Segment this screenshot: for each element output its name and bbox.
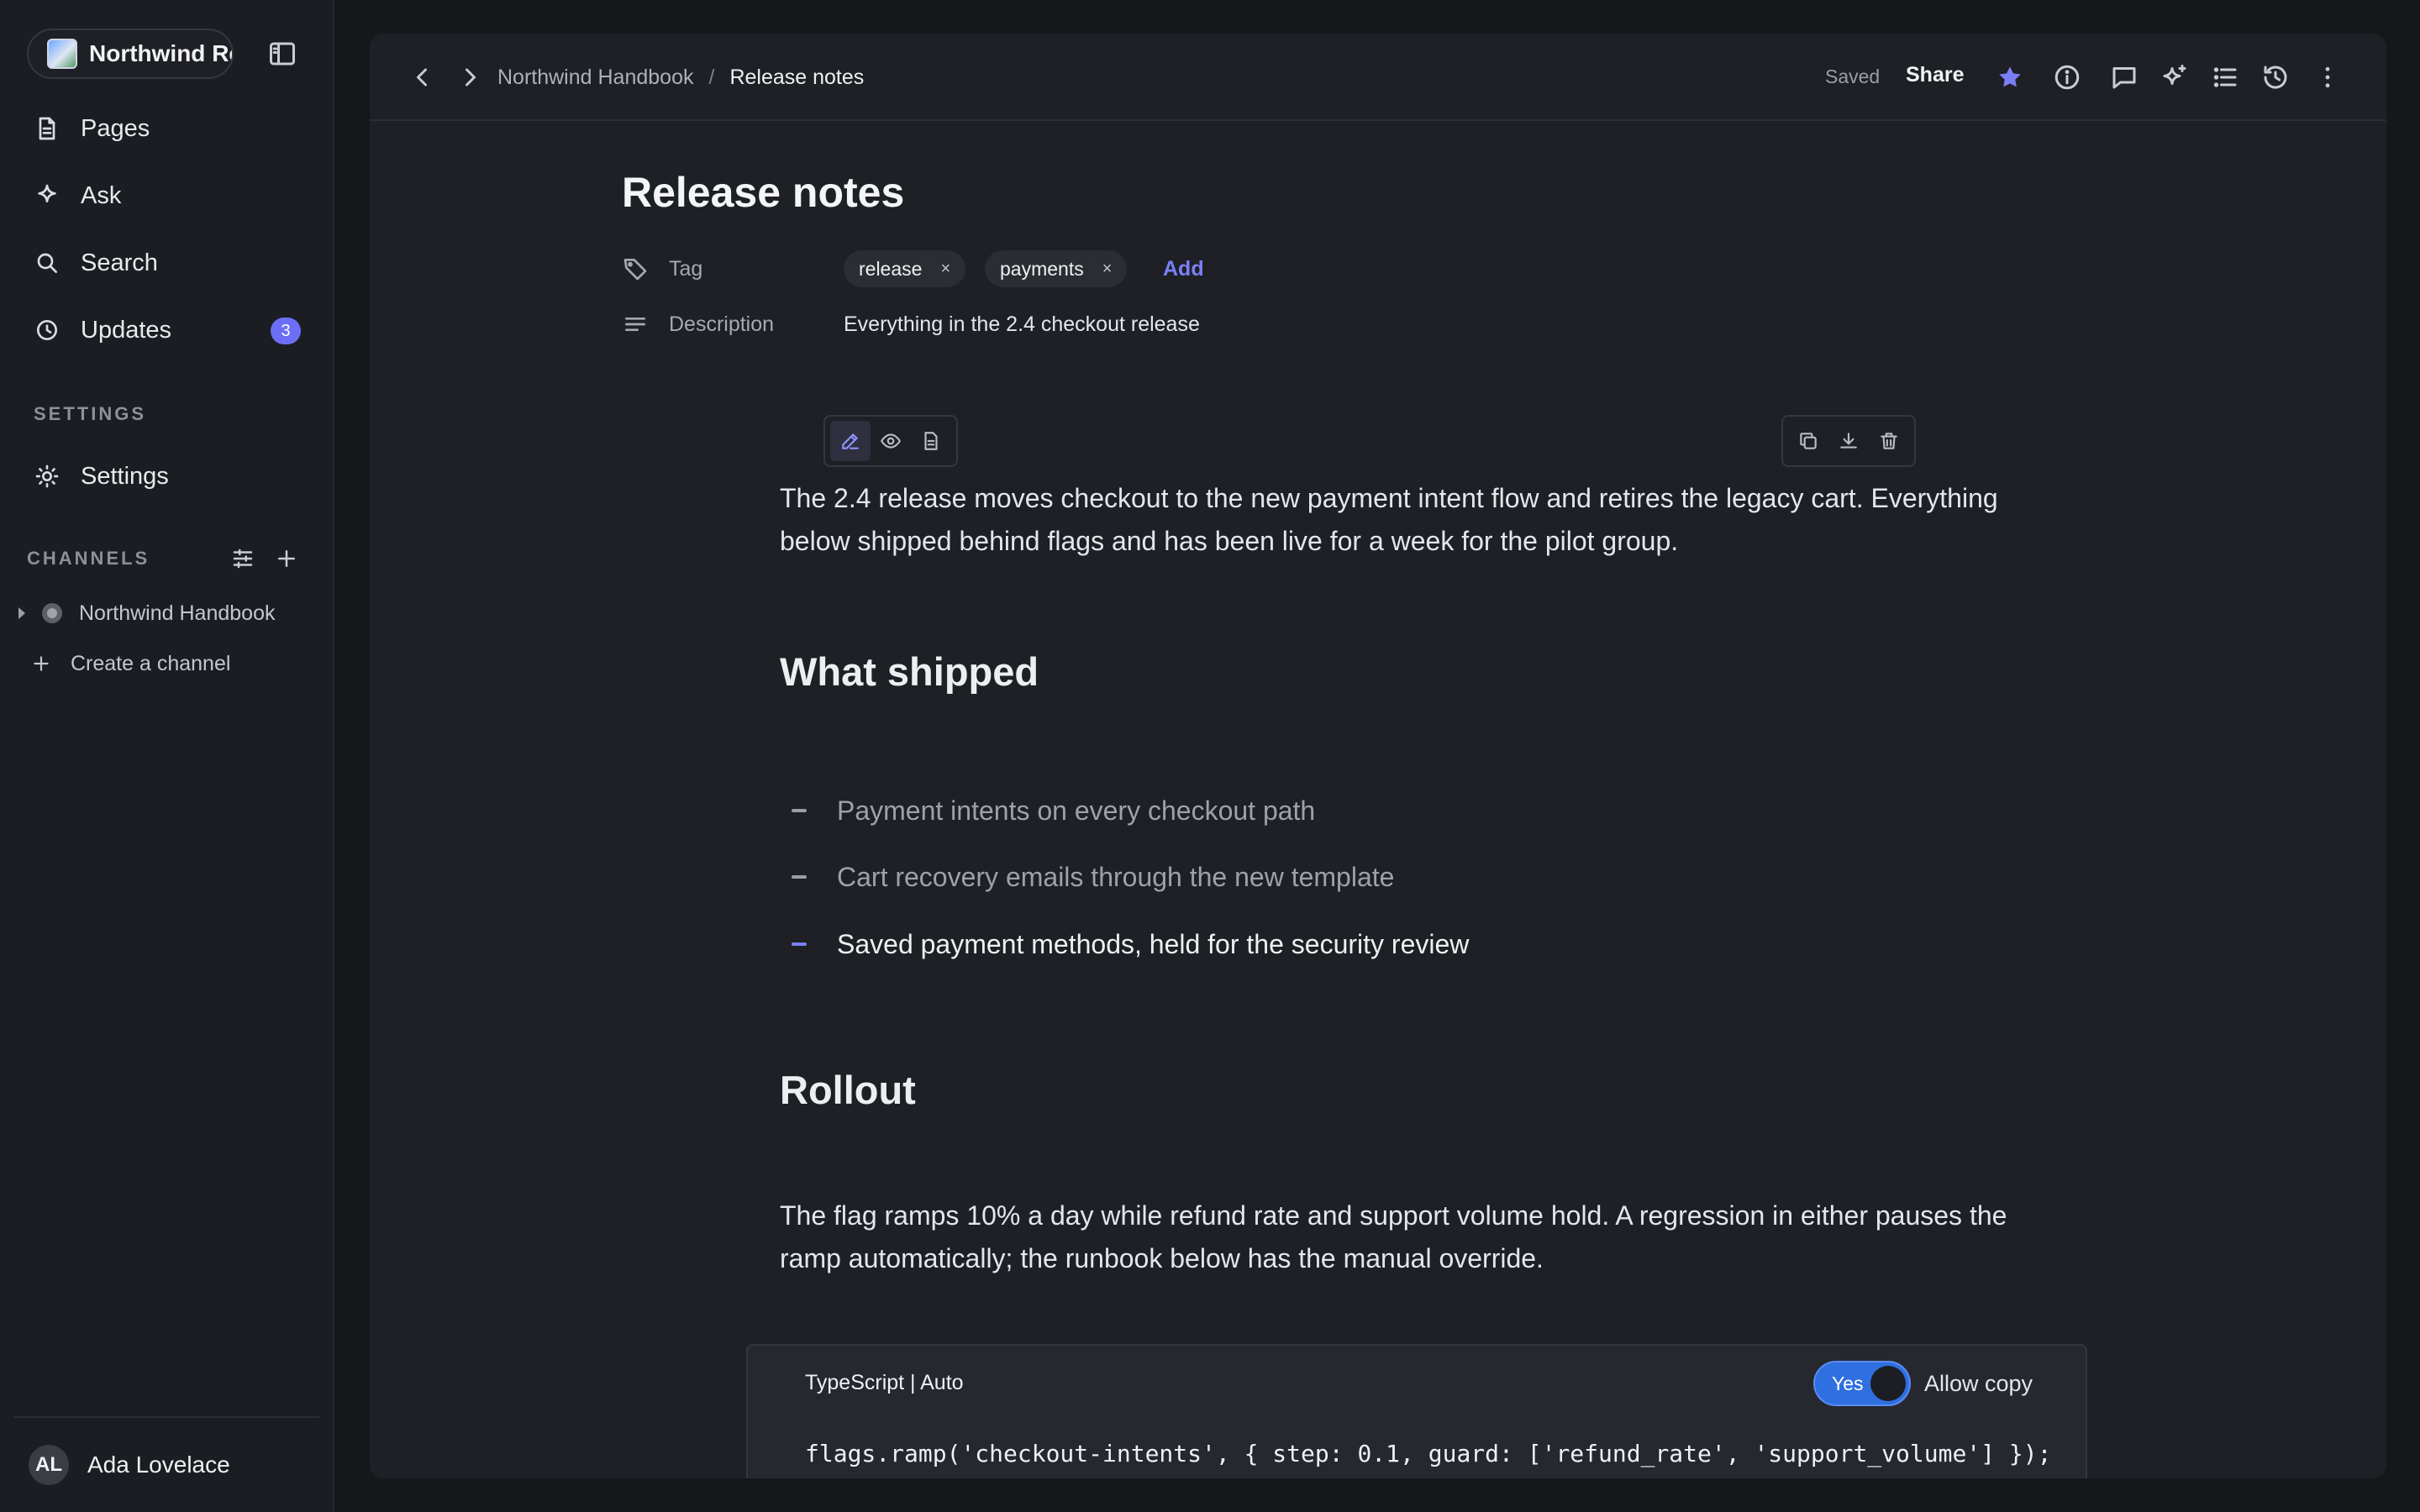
channel-label: Northwind Handbook (79, 601, 276, 625)
filter-icon[interactable] (230, 546, 255, 571)
tag-chip-label: payments (1000, 257, 1084, 280)
sidebar-item-label: Search (81, 249, 158, 276)
list-item[interactable]: Saved payment methods, held for the secu… (780, 923, 1469, 965)
workspace-switcher[interactable]: Northwind Review (27, 29, 234, 79)
remove-tag-icon[interactable]: × (940, 260, 950, 279)
sidebar-item-settings[interactable]: Settings (34, 455, 302, 497)
sidebar-item-updates[interactable]: Updates 3 (34, 309, 302, 351)
star-icon[interactable] (1995, 62, 2025, 92)
source-file-icon[interactable] (911, 421, 951, 461)
breadcrumb-parent[interactable]: Northwind Handbook (497, 66, 693, 90)
channel-item-northwind-handbook[interactable]: Northwind Handbook (18, 598, 275, 628)
channel-icon (42, 603, 62, 623)
page-title[interactable]: Release notes (622, 168, 904, 217)
sun-gear-icon (34, 463, 60, 490)
edit-mode-icon[interactable] (830, 421, 871, 461)
sidebar-item-search[interactable]: Search (34, 242, 302, 284)
code-line[interactable]: flags.ramp('checkout-intents', { step: 0… (805, 1440, 2051, 1467)
comment-icon[interactable] (2109, 62, 2139, 92)
sidebar-item-label: Pages (81, 114, 150, 142)
heading-what-shipped[interactable]: What shipped (780, 648, 1039, 695)
sidebar-item-ask[interactable]: Ask (34, 175, 302, 217)
add-tag-button[interactable]: Add (1163, 257, 1204, 281)
list-item[interactable]: Payment intents on every checkout path (780, 790, 1315, 832)
clock-icon (34, 317, 60, 344)
description-label: Description (669, 312, 775, 336)
list-item-text: Payment intents on every checkout path (837, 795, 1316, 826)
allow-copy-toggle[interactable]: Yes (1813, 1361, 1911, 1406)
updates-count-badge: 3 (271, 318, 301, 344)
breadcrumb: Northwind Handbook / Release notes (497, 62, 864, 92)
tag-property-row: Tag release × payments × Add (622, 250, 1294, 287)
back-icon[interactable] (407, 62, 437, 92)
bullet-dash (792, 809, 807, 812)
sidebar: Northwind Review Pages Ask Search Update… (0, 0, 334, 1512)
breadcrumb-current: Release notes (729, 65, 865, 89)
channels-section-label: CHANNELS (27, 548, 150, 569)
avatar: AL (29, 1445, 69, 1485)
sidebar-item-label: Settings (81, 462, 169, 490)
description-property-row: Description Everything in the 2.4 checko… (622, 307, 1378, 341)
download-icon[interactable] (1828, 421, 1869, 461)
copy-icon[interactable] (1788, 421, 1828, 461)
bullet-dash (792, 875, 807, 879)
plus-icon (30, 653, 52, 675)
intro-paragraph[interactable]: The 2.4 release moves checkout to the ne… (780, 477, 2023, 563)
create-channel-label: Create a channel (71, 651, 231, 675)
sidebar-item-label: Updates (81, 316, 172, 344)
workspace-name: Northwind Review (89, 40, 232, 66)
tag-label: Tag (669, 256, 703, 281)
code-language-select[interactable]: TypeScript | Auto (805, 1371, 964, 1395)
create-channel-button[interactable]: Create a channel (30, 648, 230, 679)
preview-eye-icon[interactable] (871, 421, 911, 461)
save-status: Saved (1825, 66, 1881, 87)
search-icon (34, 249, 60, 276)
view-mode-toolbar (823, 415, 958, 467)
info-icon[interactable] (2052, 62, 2082, 92)
outline-list-icon[interactable] (2210, 62, 2240, 92)
code-block: TypeScript | Auto Yes Allow copy flags.r… (746, 1344, 2087, 1478)
sidebar-item-pages[interactable]: Pages (34, 108, 302, 150)
document-panel: Northwind Handbook / Release notes Saved… (370, 34, 2386, 1478)
breadcrumb-separator: / (708, 65, 715, 89)
history-icon[interactable] (2260, 62, 2291, 92)
sparkle-icon (34, 182, 60, 209)
forward-icon[interactable] (455, 62, 486, 92)
list-item-text: Cart recovery emails through the new tem… (837, 861, 1395, 892)
rollout-paragraph[interactable]: The flag ramps 10% a day while refund ra… (780, 1194, 2023, 1280)
user-name: Ada Lovelace (87, 1452, 230, 1478)
trash-icon[interactable] (1869, 421, 1909, 461)
expand-caret-icon[interactable] (18, 607, 25, 619)
allow-copy-label: Allow copy (1924, 1371, 2033, 1396)
sidebar-item-label: Ask (81, 181, 122, 209)
add-channel-icon[interactable] (274, 546, 299, 571)
share-button[interactable]: Share (1906, 63, 1964, 87)
tag-chip-label: release (859, 257, 923, 280)
text-align-icon (622, 311, 649, 338)
workspace-logo (47, 39, 77, 69)
list-item[interactable]: Cart recovery emails through the new tem… (780, 856, 1394, 898)
remove-tag-icon[interactable]: × (1102, 260, 1113, 279)
divider (13, 1416, 319, 1418)
settings-section-label: SETTINGS (34, 403, 147, 424)
description-field[interactable]: Everything in the 2.4 checkout release (844, 312, 1200, 337)
toggle-state-label: Yes (1832, 1373, 1864, 1394)
more-options-icon[interactable] (2312, 62, 2343, 92)
tag-icon (622, 255, 649, 282)
tag-chip-payments[interactable]: payments × (985, 250, 1128, 287)
ai-sparkle-icon[interactable] (2160, 62, 2190, 92)
document-toolbar: Northwind Handbook / Release notes Saved… (370, 34, 2386, 121)
document-icon (34, 115, 60, 142)
user-menu[interactable]: AL Ada Lovelace (29, 1445, 230, 1485)
list-item-text: Saved payment methods, held for the secu… (837, 928, 1470, 959)
tag-chip-release[interactable]: release × (844, 250, 966, 287)
bullet-dash (792, 942, 807, 946)
toggle-knob (1870, 1366, 1906, 1401)
sidebar-toggle-icon[interactable] (267, 39, 297, 69)
block-actions-toolbar (1781, 415, 1916, 467)
heading-rollout[interactable]: Rollout (780, 1067, 916, 1113)
